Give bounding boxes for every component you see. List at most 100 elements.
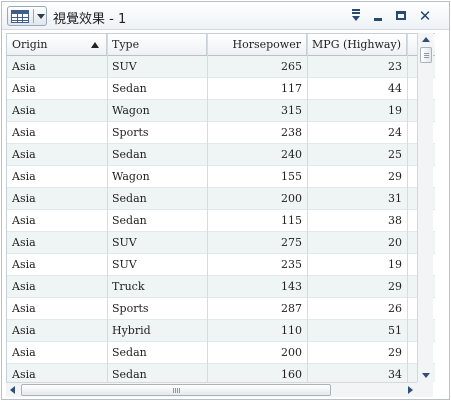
cell-origin: Asia bbox=[12, 302, 36, 315]
cell-horsepower: 235 bbox=[281, 258, 302, 271]
column-header-origin[interactable]: Origin bbox=[7, 34, 107, 55]
arrow-down-icon bbox=[422, 373, 430, 378]
cell-mpg-highway: 25 bbox=[388, 148, 402, 161]
table-row[interactable]: Asia Sedan 200 29 bbox=[7, 342, 435, 364]
table-body: Asia SUV 265 23 Asia Sedan 117 44 Asia Wagon 315 19… bbox=[7, 56, 435, 382]
minimize-button[interactable] bbox=[369, 7, 387, 25]
scroll-left-button[interactable] bbox=[6, 383, 20, 397]
cell-mpg-highway: 29 bbox=[388, 170, 402, 183]
cell-origin: Asia bbox=[12, 104, 36, 117]
panel-menu-icon bbox=[352, 16, 360, 21]
table-row[interactable]: Asia Sports 287 26 bbox=[7, 298, 435, 320]
cell-mpg-highway: 19 bbox=[388, 104, 402, 117]
cell-mpg-highway: 24 bbox=[388, 126, 402, 139]
cell-mpg-highway: 29 bbox=[388, 346, 402, 359]
table-row[interactable]: Asia Wagon 315 19 bbox=[7, 100, 435, 122]
close-icon: ✕ bbox=[418, 7, 432, 25]
table-row[interactable]: Asia Sedan 117 44 bbox=[7, 78, 435, 100]
scroll-up-button[interactable] bbox=[418, 33, 433, 47]
vertical-scrollbar[interactable] bbox=[417, 33, 433, 382]
title-bar: 視覺效果 - 1 ✕ bbox=[2, 2, 449, 30]
cell-type: Sports bbox=[112, 126, 149, 139]
cell-mpg-highway: 19 bbox=[388, 258, 402, 271]
arrow-right-icon bbox=[408, 386, 413, 394]
cell-horsepower: 143 bbox=[281, 280, 302, 293]
cell-origin: Asia bbox=[12, 192, 36, 205]
cell-horsepower: 200 bbox=[281, 346, 302, 359]
cell-mpg-highway: 26 bbox=[388, 302, 402, 315]
chevron-down-icon bbox=[37, 14, 45, 19]
table-row[interactable]: Asia Sedan 115 38 bbox=[7, 210, 435, 232]
scroll-right-button[interactable] bbox=[403, 383, 417, 397]
cell-type: Sedan bbox=[112, 192, 147, 205]
cell-type: Sedan bbox=[112, 346, 147, 359]
view-type-dropdown-button[interactable] bbox=[7, 6, 47, 26]
table-row[interactable]: Asia Sedan 200 31 bbox=[7, 188, 435, 210]
cell-horsepower: 155 bbox=[281, 170, 302, 183]
cell-horsepower: 110 bbox=[281, 324, 302, 337]
table-row[interactable]: Asia Truck 143 29 bbox=[7, 276, 435, 298]
cell-origin: Asia bbox=[12, 214, 36, 227]
column-header-type[interactable]: Type bbox=[107, 34, 207, 55]
sort-ascending-icon bbox=[91, 42, 99, 48]
panel-menu-button[interactable] bbox=[347, 7, 365, 25]
cell-horsepower: 117 bbox=[281, 82, 302, 95]
cell-type: SUV bbox=[112, 258, 137, 271]
minimize-icon bbox=[374, 18, 382, 21]
horizontal-scrollbar[interactable] bbox=[6, 382, 417, 397]
scroll-down-button[interactable] bbox=[418, 368, 433, 382]
table-row[interactable]: Asia Hybrid 110 51 bbox=[7, 320, 435, 342]
cell-mpg-highway: 34 bbox=[388, 368, 402, 381]
cell-origin: Asia bbox=[12, 60, 36, 73]
cell-horsepower: 275 bbox=[281, 236, 302, 249]
cell-horsepower: 160 bbox=[281, 368, 302, 381]
cell-origin: Asia bbox=[12, 170, 36, 183]
cell-type: SUV bbox=[112, 236, 137, 249]
table-row[interactable]: Asia SUV 235 19 bbox=[7, 254, 435, 276]
window-title: 視覺效果 - 1 bbox=[53, 12, 127, 27]
cell-type: Sedan bbox=[112, 148, 147, 161]
table-row[interactable]: Asia SUV 265 23 bbox=[7, 56, 435, 78]
column-header-horsepower[interactable]: Horsepower bbox=[207, 34, 307, 55]
table-header-row: Origin Type Horsepower MPG (Highway) bbox=[7, 34, 435, 56]
cell-origin: Asia bbox=[12, 368, 36, 381]
cell-origin: Asia bbox=[12, 258, 36, 271]
close-button[interactable]: ✕ bbox=[416, 7, 434, 25]
maximize-button[interactable] bbox=[392, 7, 410, 25]
maximize-icon bbox=[396, 11, 406, 20]
arrow-up-icon bbox=[422, 37, 430, 42]
horizontal-scroll-thumb[interactable] bbox=[21, 384, 331, 396]
cell-horsepower: 315 bbox=[281, 104, 302, 117]
cell-type: Sedan bbox=[112, 214, 147, 227]
arrow-left-icon bbox=[10, 386, 15, 394]
table-row[interactable]: Asia Sedan 160 34 bbox=[7, 364, 435, 382]
cell-mpg-highway: 31 bbox=[388, 192, 402, 205]
cell-origin: Asia bbox=[12, 280, 36, 293]
cell-type: Sports bbox=[112, 302, 149, 315]
cell-type: Wagon bbox=[112, 170, 150, 183]
table-row[interactable]: Asia Sports 238 24 bbox=[7, 122, 435, 144]
visualization-window: 視覺效果 - 1 ✕ Origin Type Horsepower MPG (H… bbox=[1, 1, 450, 400]
column-header-mpg-highway[interactable]: MPG (Highway) bbox=[307, 34, 407, 55]
cell-type: Wagon bbox=[112, 104, 150, 117]
cell-mpg-highway: 51 bbox=[388, 324, 402, 337]
cell-origin: Asia bbox=[12, 82, 36, 95]
cell-origin: Asia bbox=[12, 346, 36, 359]
table-row[interactable]: Asia SUV 275 20 bbox=[7, 232, 435, 254]
cell-type: Hybrid bbox=[112, 324, 151, 337]
cell-origin: Asia bbox=[12, 236, 36, 249]
scrollbar-corner bbox=[417, 382, 433, 397]
cell-horsepower: 287 bbox=[281, 302, 302, 315]
cell-type: Sedan bbox=[112, 82, 147, 95]
cell-mpg-highway: 23 bbox=[388, 60, 402, 73]
cell-origin: Asia bbox=[12, 324, 36, 337]
cell-origin: Asia bbox=[12, 148, 36, 161]
table-row[interactable]: Asia Sedan 240 25 bbox=[7, 144, 435, 166]
cell-horsepower: 265 bbox=[281, 60, 302, 73]
table-row[interactable]: Asia Wagon 155 29 bbox=[7, 166, 435, 188]
vertical-scroll-thumb[interactable] bbox=[420, 47, 432, 63]
cell-origin: Asia bbox=[12, 126, 36, 139]
cell-horsepower: 115 bbox=[281, 214, 302, 227]
cell-type: Truck bbox=[112, 280, 145, 293]
cell-mpg-highway: 20 bbox=[388, 236, 402, 249]
